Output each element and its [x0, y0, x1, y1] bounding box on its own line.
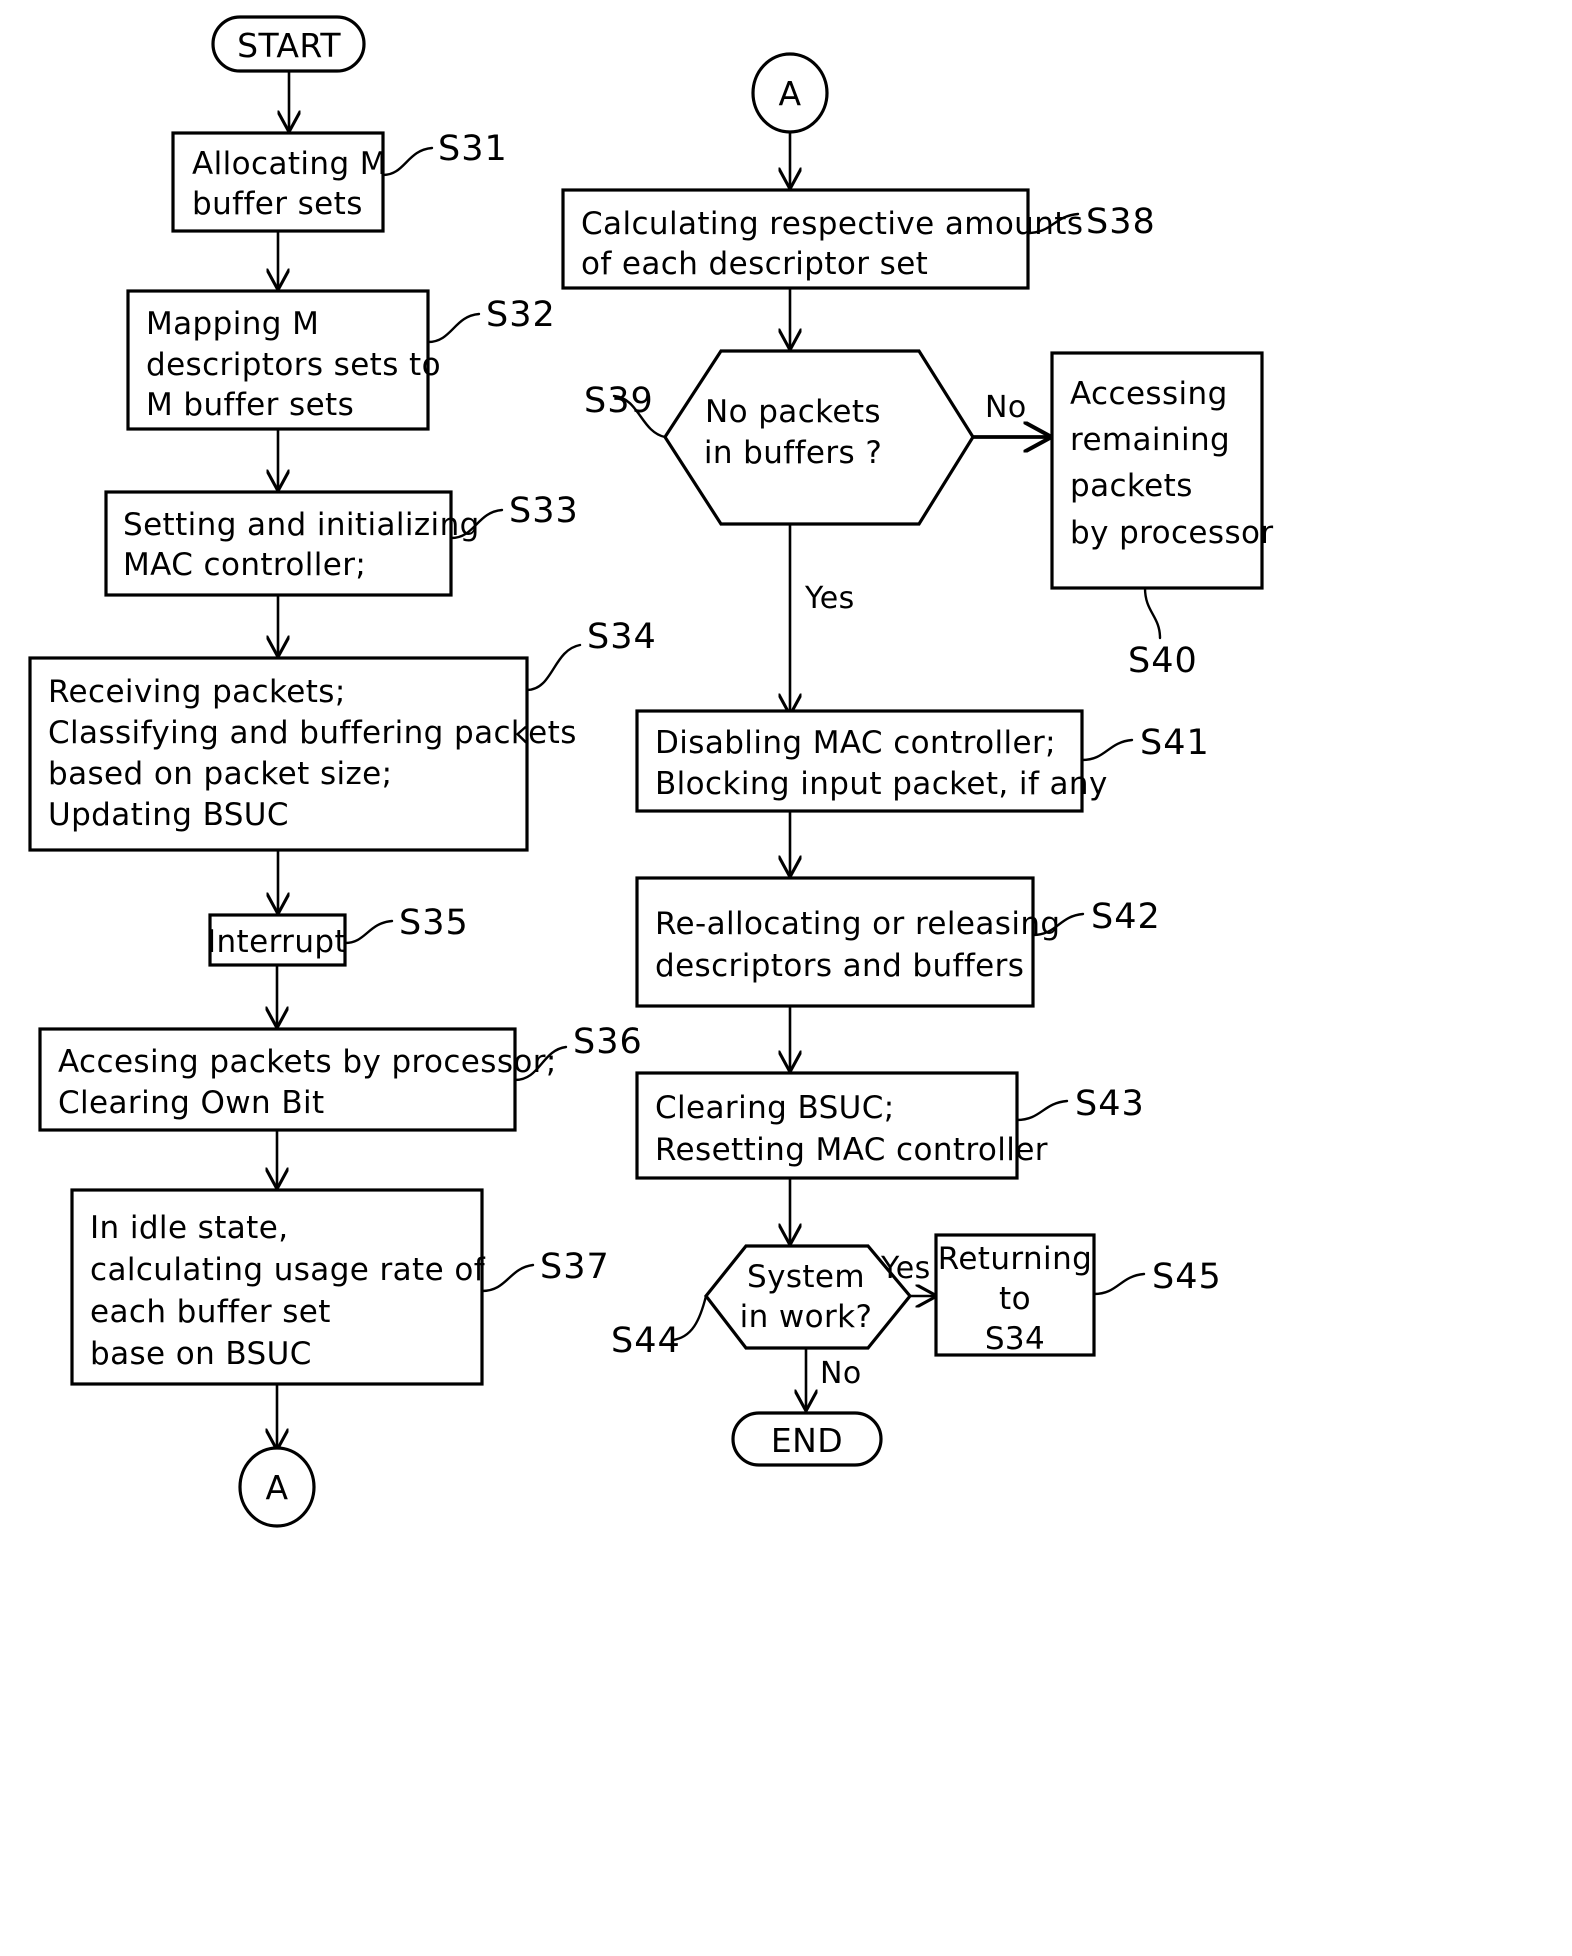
s43-line-1: Clearing BSUC; — [655, 1090, 895, 1126]
ref-s35: S35 — [399, 903, 469, 943]
label-s44-yes: Yes — [880, 1251, 931, 1286]
ref-s31: S31 — [438, 129, 508, 169]
connector-a-in: A — [751, 52, 829, 134]
start-terminator: START — [211, 15, 366, 73]
leader-s40 — [1143, 586, 1162, 640]
step-box-s32: Mapping M descriptors sets to M buffer s… — [126, 289, 441, 431]
s32-line-1: Mapping M — [146, 306, 319, 342]
s34-line-1: Receiving packets; — [48, 674, 346, 710]
s42-line-1: Re-allocating or releasing — [655, 906, 1060, 942]
label-s39-no: No — [985, 390, 1027, 425]
ref-s40: S40 — [1128, 641, 1198, 681]
flowchart-svg: START Allocating M buffer sets S31 Mappi… — [28, 15, 1274, 1528]
s40-line-2: remaining — [1070, 422, 1230, 458]
s38-line-1: Calculating respective amounts — [581, 206, 1083, 242]
leader-s31 — [381, 146, 434, 177]
label-s39-yes: Yes — [804, 581, 855, 616]
leader-s41 — [1080, 738, 1134, 762]
s37-line-2: calculating usage rate of — [90, 1252, 486, 1288]
s34-line-2: Classifying and buffering packets — [48, 715, 577, 751]
connector-a-out-label: A — [266, 1468, 289, 1507]
s38-line-2: of each descriptor set — [581, 246, 928, 282]
leader-s37 — [480, 1263, 535, 1293]
ref-s37: S37 — [540, 1247, 610, 1287]
leader-s45 — [1092, 1272, 1146, 1296]
ref-s38: S38 — [1086, 202, 1156, 242]
step-box-s43: Clearing BSUC; Resetting MAC controller — [635, 1071, 1048, 1180]
s40-line-3: packets — [1070, 468, 1193, 504]
flowchart-canvas: START Allocating M buffer sets S31 Mappi… — [0, 0, 1572, 1956]
step-box-s45: Returning to S34 — [934, 1233, 1096, 1357]
s44-line-2: in work? — [740, 1299, 873, 1335]
decision-s39: No packets in buffers ? — [663, 349, 975, 526]
connector-a-in-label: A — [779, 74, 802, 113]
ref-s36: S36 — [573, 1022, 643, 1062]
s36-line-2: Clearing Own Bit — [58, 1085, 325, 1121]
step-box-s35: Interrupt — [207, 913, 347, 967]
step-box-s36: Accesing packets by processor; Clearing … — [38, 1027, 557, 1132]
ref-s44: S44 — [611, 1321, 681, 1361]
s32-line-2: descriptors sets to — [146, 347, 441, 383]
ref-s32: S32 — [486, 295, 556, 335]
step-box-s41: Disabling MAC controller; Blocking input… — [635, 709, 1108, 813]
s39-line-1: No packets — [705, 394, 881, 430]
end-terminator: END — [731, 1411, 883, 1467]
s35-line-1: Interrupt — [207, 924, 347, 960]
s37-line-1: In idle state, — [90, 1210, 288, 1246]
step-box-s31: Allocating M buffer sets — [171, 131, 387, 233]
s45-line-1: Returning — [938, 1241, 1092, 1277]
step-box-s34: Receiving packets; Classifying and buffe… — [28, 656, 577, 852]
step-box-s38: Calculating respective amounts of each d… — [561, 188, 1083, 290]
leader-s34 — [525, 643, 582, 692]
connector-a-out: A — [238, 1446, 316, 1528]
s45-line-2: to — [999, 1281, 1031, 1317]
ref-s34: S34 — [587, 617, 657, 657]
ref-s33: S33 — [509, 491, 579, 531]
leader-s43 — [1015, 1099, 1069, 1122]
end-label: END — [771, 1421, 843, 1460]
ref-s45: S45 — [1152, 1257, 1222, 1297]
start-label: START — [237, 26, 341, 65]
s34-line-4: Updating BSUC — [48, 797, 289, 833]
leader-s35 — [343, 919, 394, 945]
s42-line-2: descriptors and buffers — [655, 948, 1024, 984]
s41-line-2: Blocking input packet, if any — [655, 766, 1108, 802]
s43-line-2: Resetting MAC controller — [655, 1132, 1048, 1168]
s41-line-1: Disabling MAC controller; — [655, 725, 1056, 761]
ref-s43: S43 — [1075, 1084, 1145, 1124]
decision-s44: System in work? — [703, 1244, 913, 1350]
s45-line-3: S34 — [985, 1321, 1045, 1357]
ref-s39: S39 — [584, 381, 654, 421]
ref-s41: S41 — [1140, 723, 1210, 763]
s39-line-2: in buffers ? — [704, 435, 882, 471]
step-box-s42: Re-allocating or releasing descriptors a… — [635, 876, 1060, 1008]
s33-line-1: Setting and initializing — [123, 507, 480, 543]
s33-line-2: MAC controller; — [123, 547, 366, 583]
s40-line-1: Accessing — [1070, 376, 1228, 412]
s31-line-1: Allocating M — [192, 146, 387, 182]
step-box-s33: Setting and initializing MAC controller; — [104, 490, 480, 597]
s32-line-3: M buffer sets — [146, 387, 354, 423]
step-box-s40: Accessing remaining packets by processor — [1050, 351, 1274, 590]
step-box-s37: In idle state, calculating usage rate of… — [70, 1188, 486, 1386]
ref-s42: S42 — [1091, 897, 1161, 937]
s37-line-4: base on BSUC — [90, 1336, 312, 1372]
s44-line-1: System — [747, 1259, 865, 1295]
s40-line-4: by processor — [1070, 515, 1274, 551]
leader-s32 — [426, 312, 481, 344]
s37-line-3: each buffer set — [90, 1294, 331, 1330]
s36-line-1: Accesing packets by processor; — [58, 1044, 557, 1080]
s34-line-3: based on packet size; — [48, 756, 393, 792]
s31-line-2: buffer sets — [192, 186, 363, 222]
label-s44-no: No — [820, 1356, 862, 1391]
